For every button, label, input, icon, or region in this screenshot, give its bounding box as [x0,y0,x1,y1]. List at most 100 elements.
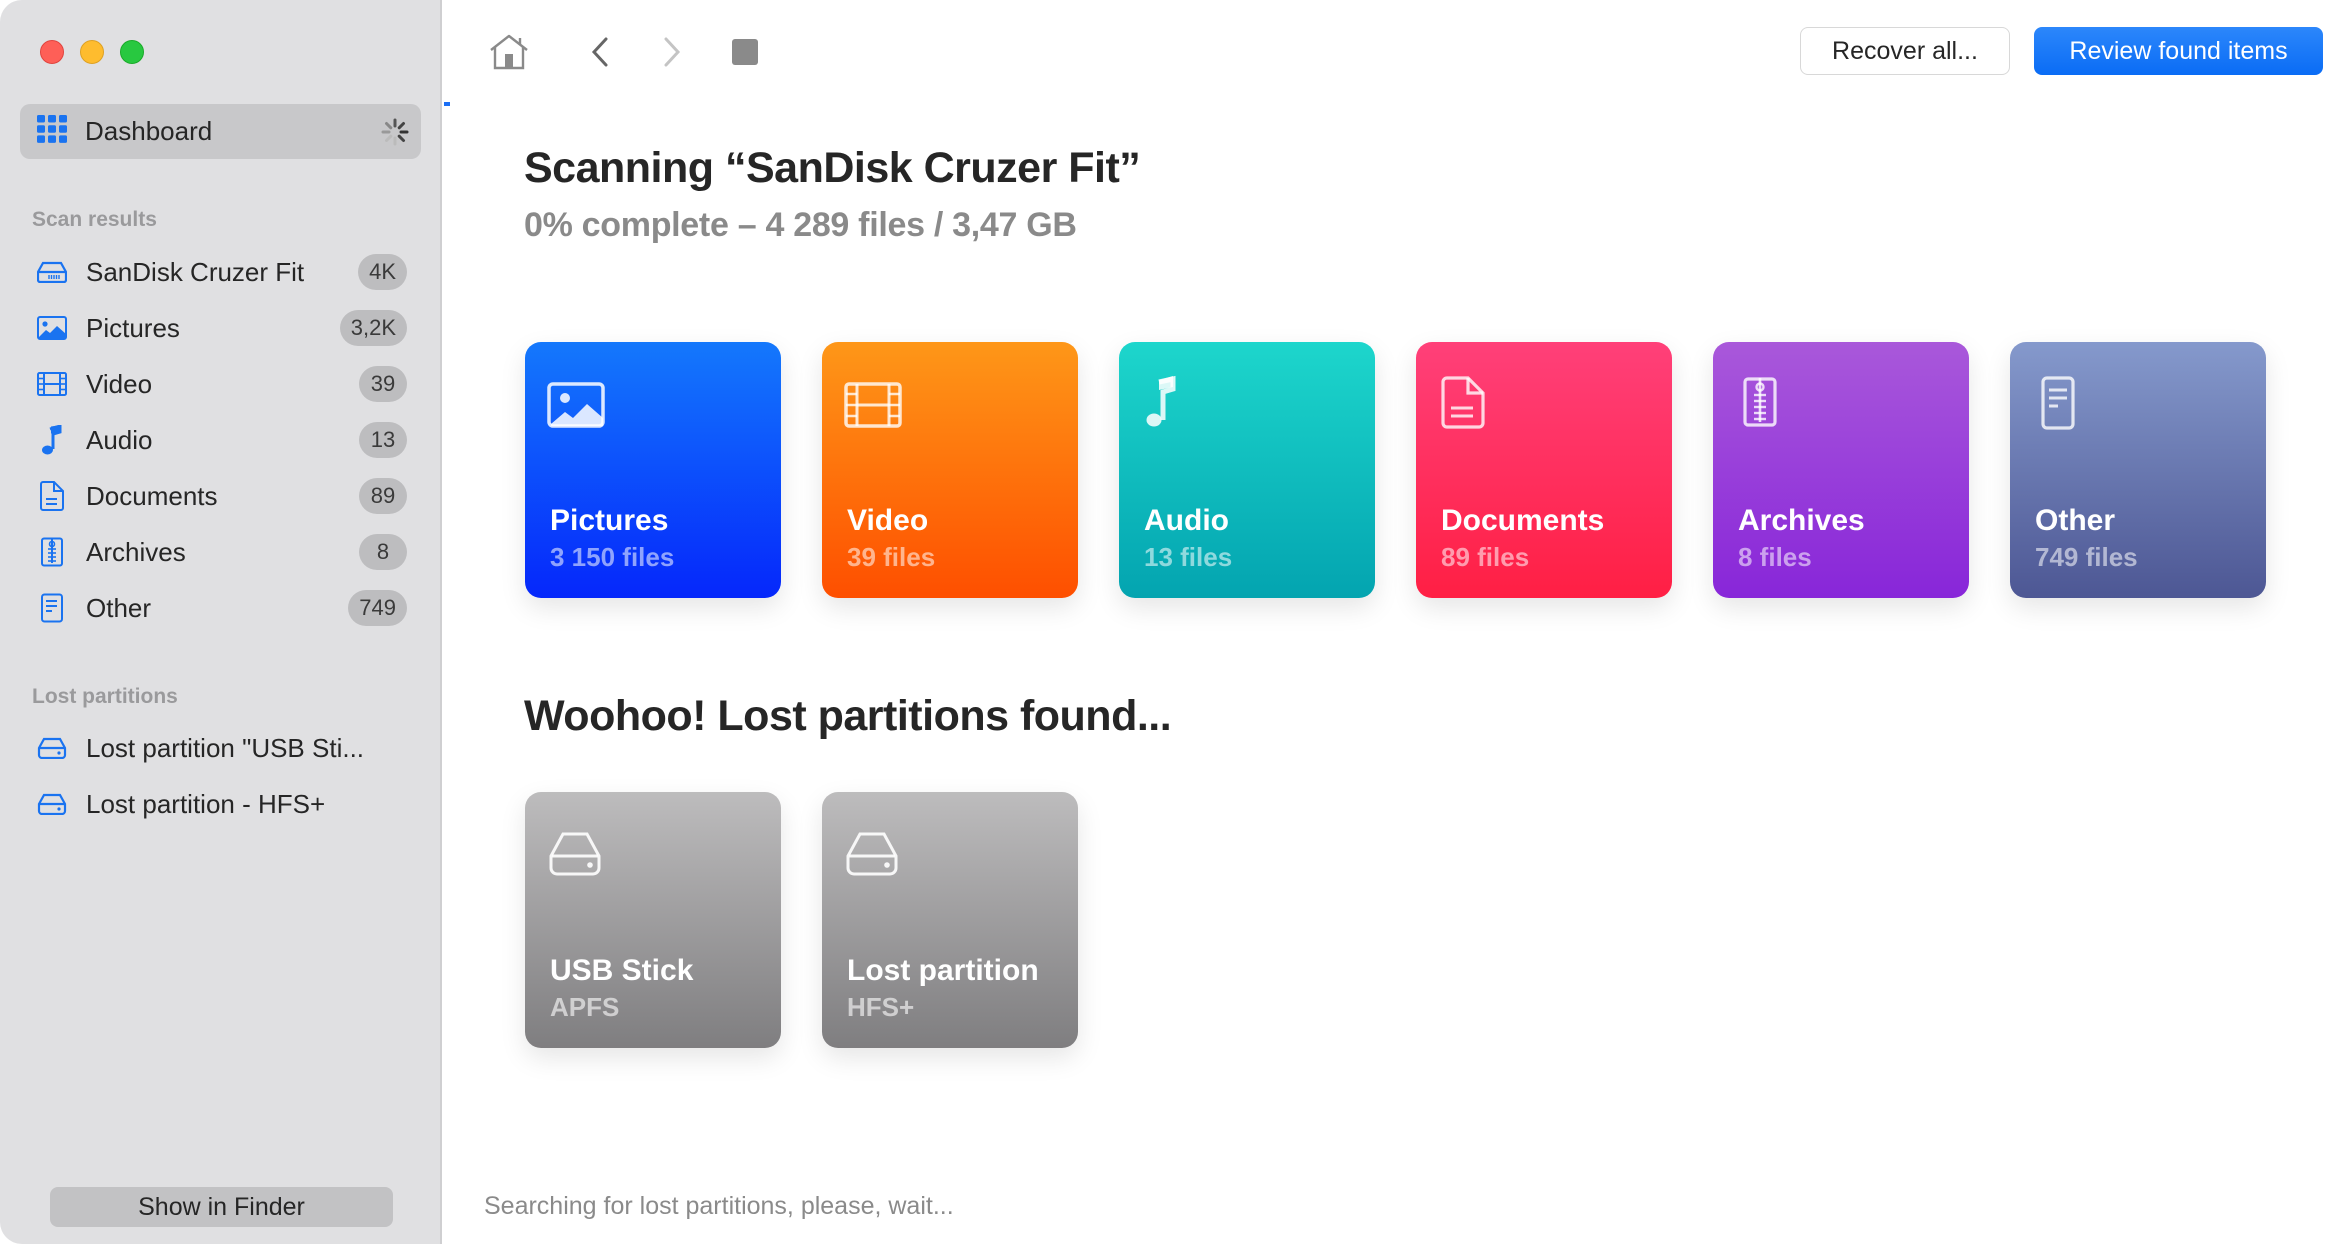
sidebar-item-label: Dashboard [85,116,213,146]
sidebar-item-video[interactable]: Video 39 [20,356,420,412]
sidebar-item-archives[interactable]: Archives 8 [20,524,420,580]
other-file-icon [2041,376,2075,430]
status-text: Searching for lost partitions, please, w… [484,1192,954,1220]
sidebar-item-other[interactable]: Other 749 [20,580,420,636]
document-icon [36,480,68,512]
archive-icon [1743,377,1777,427]
card-title: Archives [1738,504,1865,537]
card-title: Audio [1144,504,1229,537]
film-icon [36,368,68,400]
count-badge: 39 [359,366,407,402]
category-card-pictures[interactable]: Pictures 3 150 files [525,342,781,598]
hard-drive-icon [846,832,898,876]
sidebar-item-lost-partition-hfs[interactable]: Lost partition - HFS+ [20,776,420,832]
minimize-window-button[interactable] [80,40,104,64]
sidebar-item-documents[interactable]: Documents 89 [20,468,420,524]
sidebar-item-label: Lost partition "USB Sti... [86,732,365,763]
picture-icon [547,382,605,428]
forward-button[interactable] [650,30,694,74]
count-badge: 89 [359,478,407,514]
hard-drive-icon [549,832,601,876]
category-card-archives[interactable]: Archives 8 files [1713,342,1969,598]
sidebar-item-sandisk[interactable]: SanDisk Cruzer Fit 4K [20,244,420,300]
grid-icon [37,115,67,148]
card-count: 39 files [847,542,936,572]
sidebar-item-label: Other [86,592,152,623]
back-button[interactable] [578,30,622,74]
category-card-video[interactable]: Video 39 files [822,342,1078,598]
sidebar-item-label: Archives [86,536,186,567]
sidebar-item-label: SanDisk Cruzer Fit [86,256,305,287]
sidebar-item-label: Audio [86,424,153,455]
scan-progress-text: 0% complete – 4 289 files / 3,47 GB [524,206,1077,244]
count-badge: 749 [348,590,407,626]
sidebar-item-label: Video [86,368,153,399]
recover-all-button[interactable]: Recover all... [1800,27,2010,75]
card-title: Lost partition [847,954,1039,987]
loading-spinner-icon [381,118,409,146]
lost-partitions-list: Lost partition "USB Sti... Lost partitio… [20,720,420,832]
card-filesystem: APFS [550,992,620,1022]
count-badge: 8 [359,534,407,570]
lost-partitions-heading: Lost partitions [32,685,178,708]
music-note-icon [1146,375,1176,427]
card-count: 3 150 files [550,542,675,572]
chevron-left-icon [591,37,608,67]
category-cards: Pictures 3 150 files Video 39 files Audi… [525,342,2266,598]
count-badge: 4K [358,254,407,290]
sidebar-item-label: Documents [86,480,218,511]
sidebar-item-audio[interactable]: Audio 13 [20,412,420,468]
home-icon [490,34,528,70]
hard-drive-icon [36,732,68,764]
home-button[interactable] [487,30,531,74]
page-title: Scanning “SanDisk Cruzer Fit” [524,144,1141,192]
close-window-button[interactable] [40,40,64,64]
card-count: 89 files [1441,542,1530,572]
card-title: USB Stick [550,954,694,987]
card-count: 749 files [2035,542,2138,572]
scan-progress-fill [444,102,450,106]
sidebar-item-label: Lost partition - HFS+ [86,788,326,819]
main-content: Recover all... Review found items Scanni… [444,0,2340,1244]
card-count: 8 files [1738,542,1812,572]
sidebar: Dashboard Scan results SanDisk Cruzer Fi… [0,0,442,1244]
drive-icon [36,256,68,288]
zoom-window-button[interactable] [120,40,144,64]
window-controls [40,40,144,64]
sidebar-item-lost-partition-usb[interactable]: Lost partition "USB Sti... [20,720,420,776]
chevron-right-icon [664,37,681,67]
music-note-icon [36,424,68,456]
show-in-finder-button[interactable]: Show in Finder [50,1187,393,1227]
lost-partitions-title: Woohoo! Lost partitions found... [524,692,1172,740]
archive-icon [36,536,68,568]
picture-icon [36,312,68,344]
count-badge: 13 [359,422,407,458]
card-title: Documents [1441,504,1605,537]
card-title: Video [847,504,929,537]
scan-results-heading: Scan results [32,208,157,231]
film-icon [844,382,902,428]
category-card-documents[interactable]: Documents 89 files [1416,342,1672,598]
card-title: Other [2035,504,2116,537]
review-found-items-button[interactable]: Review found items [2034,27,2323,75]
scan-progress-bar [444,102,2340,106]
count-badge: 3,2K [339,310,407,346]
card-filesystem: HFS+ [847,992,915,1022]
document-icon [1441,376,1485,429]
category-card-audio[interactable]: Audio 13 files [1119,342,1375,598]
sidebar-item-pictures[interactable]: Pictures 3,2K [20,300,420,356]
sidebar-item-dashboard[interactable]: Dashboard [20,104,421,159]
stop-button[interactable] [723,30,767,74]
app-window: Dashboard Scan results SanDisk Cruzer Fi… [0,0,2340,1244]
card-title: Pictures [550,504,669,537]
partition-card-usb-stick[interactable]: USB Stick APFS [525,792,781,1048]
partition-cards: USB Stick APFS Lost partition HFS+ [525,792,1078,1048]
scan-results-list: SanDisk Cruzer Fit 4K Pictures 3,2K Vide… [20,244,420,636]
hard-drive-icon [36,788,68,820]
other-file-icon [36,592,68,624]
partition-card-lost-partition[interactable]: Lost partition HFS+ [822,792,1078,1048]
sidebar-item-label: Pictures [86,312,180,343]
category-card-other[interactable]: Other 749 files [2010,342,2266,598]
stop-icon [732,39,758,65]
card-count: 13 files [1144,542,1233,572]
